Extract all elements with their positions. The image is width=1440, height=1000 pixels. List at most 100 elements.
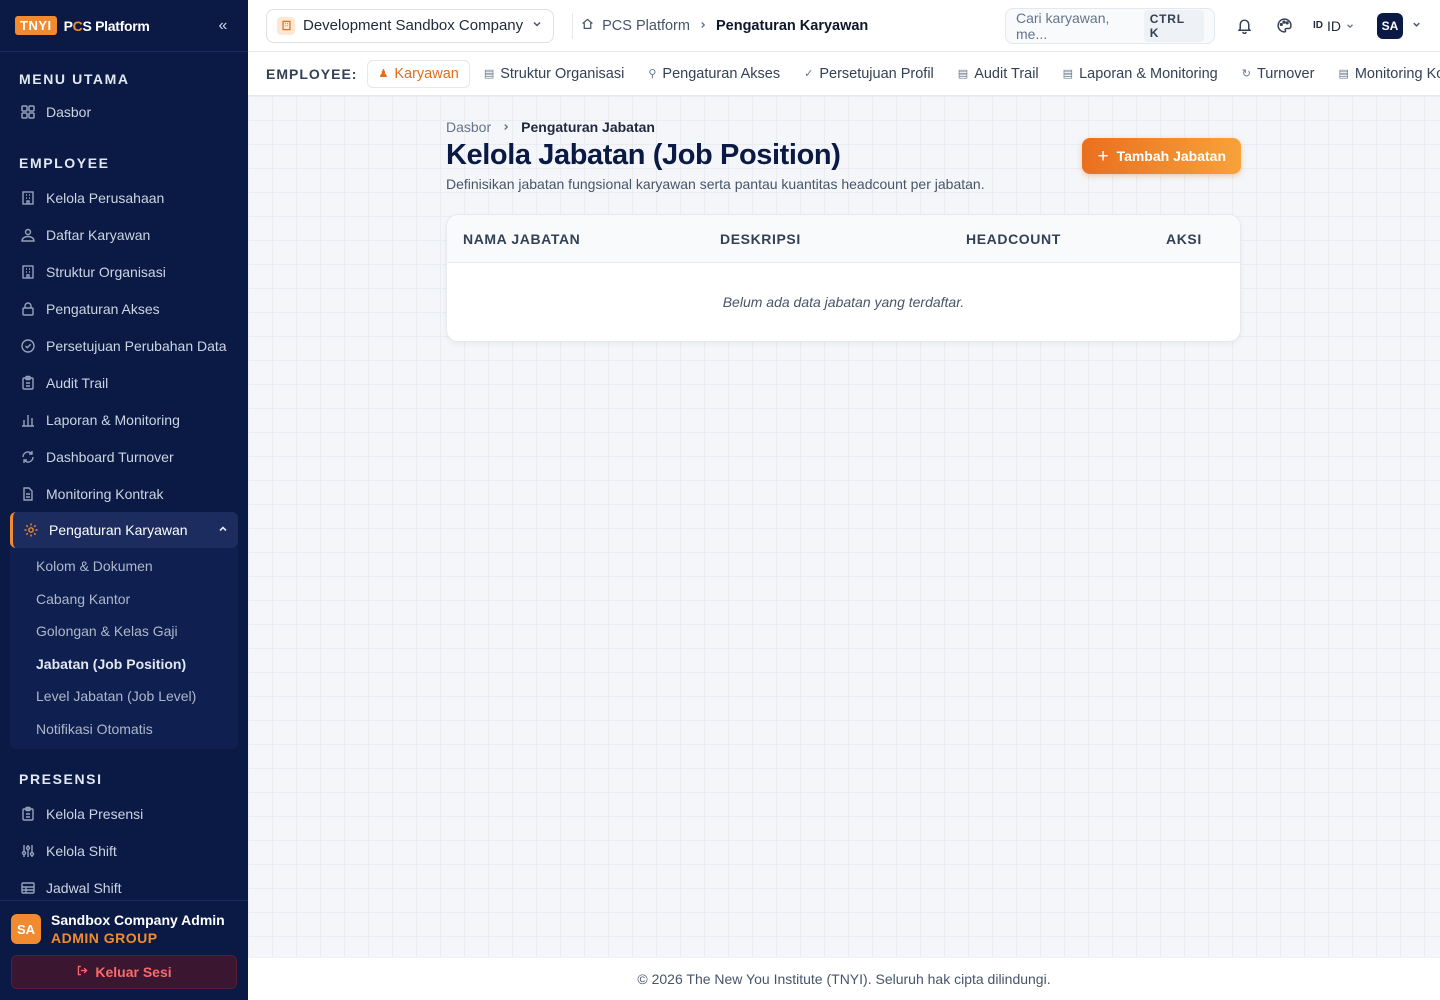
tab-turnover[interactable]: ↻ Turnover — [1232, 60, 1325, 88]
sidebar-item-kelola-shift[interactable]: Kelola Shift — [0, 832, 248, 869]
sliders-icon — [19, 842, 37, 860]
user-group: ADMIN GROUP — [51, 930, 158, 946]
check-circle-icon: ✓ — [804, 68, 814, 80]
page-breadcrumb: Dasbor Pengaturan Jabatan — [446, 119, 1241, 135]
document-icon — [19, 485, 37, 503]
document-icon: ▤ — [1338, 68, 1349, 80]
sidebar-item-label: Kelola Presensi — [46, 805, 144, 822]
collapse-sidebar-icon[interactable]: « — [213, 17, 233, 35]
chevron-down-icon[interactable] — [1411, 19, 1422, 33]
tab-pengaturan-akses[interactable]: ⚲ Pengaturan Akses — [638, 60, 790, 88]
lock-icon — [19, 300, 37, 318]
submenu-item-cabang-kantor[interactable]: Cabang Kantor — [10, 583, 238, 616]
column-header-deskripsi: DESKRIPSI — [720, 230, 801, 247]
sidebar-item-pengaturan-karyawan[interactable]: Pengaturan Karyawan — [10, 512, 238, 548]
main-content: Dasbor Pengaturan Jabatan Kelola Jabatan… — [248, 96, 1440, 957]
sidebar-item-pengaturan-akses[interactable]: Pengaturan Akses — [0, 290, 248, 327]
avatar[interactable]: SA — [1377, 12, 1403, 39]
sidebar-item-persetujuan[interactable]: Persetujuan Perubahan Data — [0, 327, 248, 364]
home-icon[interactable] — [581, 17, 594, 34]
section-title-main: MENU UTAMA — [19, 71, 130, 87]
breadcrumb-item[interactable]: Dasbor — [446, 119, 491, 135]
tab-karyawan[interactable]: ♟ Karyawan — [367, 59, 470, 88]
tab-audit-trail[interactable]: ▤ Audit Trail — [948, 60, 1049, 88]
sidebar-item-laporan[interactable]: Laporan & Monitoring — [0, 401, 248, 438]
brand-bar: TNYI PCS Platform « — [0, 0, 248, 52]
chevron-right-icon — [698, 18, 708, 34]
column-header-aksi: AKSI — [1166, 230, 1202, 247]
search-input[interactable]: Cari karyawan, me... CTRL K — [1005, 7, 1215, 44]
table-icon — [19, 879, 37, 897]
sidebar-item-kelola-presensi[interactable]: Kelola Presensi — [0, 795, 248, 832]
sidebar-item-daftar-karyawan[interactable]: Daftar Karyawan — [0, 216, 248, 253]
refresh-icon: ↻ — [1241, 68, 1251, 80]
bar-chart-icon — [19, 411, 37, 429]
sidebar-item-struktur-organisasi[interactable]: Struktur Organisasi — [0, 253, 248, 290]
tab-monitoring-kontrak[interactable]: ▤ Monitoring Ko — [1328, 60, 1440, 88]
submenu-pengaturan-karyawan: Kolom & Dokumen Cabang Kantor Golongan &… — [10, 548, 238, 749]
language-select[interactable]: ID ID — [1313, 18, 1355, 34]
check-circle-icon — [19, 337, 37, 355]
submenu-item-kolom-dokumen[interactable]: Kolom & Dokumen — [10, 550, 238, 583]
chevron-up-icon[interactable] — [217, 522, 229, 538]
sidebar-item-label: Kelola Shift — [46, 842, 117, 859]
page-description: Definisikan jabatan fungsional karyawan … — [446, 176, 985, 192]
search-placeholder: Cari karyawan, me... — [1016, 9, 1110, 42]
sidebar-item-kelola-perusahaan[interactable]: Kelola Perusahaan — [0, 179, 248, 216]
sidebar-item-monitoring-kontrak[interactable]: Monitoring Kontrak — [0, 475, 248, 512]
submenu-item-level-jabatan[interactable]: Level Jabatan (Job Level) — [10, 680, 238, 713]
bell-icon[interactable] — [1233, 15, 1255, 37]
sidebar-item-label: Pengaturan Karyawan — [49, 522, 188, 538]
palette-icon[interactable] — [1273, 15, 1295, 37]
logout-button[interactable]: Keluar Sesi — [11, 955, 237, 989]
divider — [572, 12, 574, 39]
sidebar-item-label: Audit Trail — [46, 374, 109, 391]
table-header: NAMA JABATAN DESKRIPSI HEADCOUNT AKSI — [447, 215, 1240, 263]
add-button-label: Tambah Jabatan — [1116, 148, 1226, 164]
clipboard-icon — [19, 805, 37, 823]
logout-icon — [76, 964, 89, 980]
document-icon: ▤ — [1062, 68, 1074, 80]
breadcrumb-current: Pengaturan Jabatan — [521, 119, 655, 135]
sidebar-item-label: Struktur Organisasi — [46, 263, 166, 280]
users-icon — [19, 226, 37, 244]
sidebar-item-label: Dasbor — [46, 103, 92, 120]
sidebar-item-turnover[interactable]: Dashboard Turnover — [0, 438, 248, 475]
submenu-item-jabatan[interactable]: Jabatan (Job Position) — [10, 648, 238, 681]
sidebar-item-audit-trail[interactable]: Audit Trail — [0, 364, 248, 401]
submenu-item-notifikasi[interactable]: Notifikasi Otomatis — [10, 713, 238, 746]
sidebar-item-dasbor[interactable]: Dasbor — [0, 93, 248, 130]
breadcrumb: PCS Platform Pengaturan Karyawan — [581, 17, 868, 34]
building-icon — [19, 189, 37, 207]
page-container: Dasbor Pengaturan Jabatan Kelola Jabatan… — [446, 96, 1241, 342]
sidebar-item-label: Dashboard Turnover — [46, 448, 174, 465]
section-title-employee: EMPLOYEE — [19, 155, 110, 171]
tab-laporan-monitoring[interactable]: ▤ Laporan & Monitoring — [1053, 60, 1228, 88]
clipboard-icon — [19, 374, 37, 392]
sidebar-item-label: Persetujuan Perubahan Data — [46, 337, 227, 354]
user-profile[interactable]: SA Sandbox Company Admin ADMIN GROUP — [0, 901, 248, 946]
plus-icon: + — [1097, 145, 1109, 167]
breadcrumb-item[interactable]: PCS Platform — [602, 18, 690, 34]
chevron-down-icon — [531, 17, 543, 34]
tab-struktur-organisasi[interactable]: ▤ Struktur Organisasi — [474, 60, 635, 88]
brand-name: PCS Platform — [63, 17, 150, 34]
add-job-position-button[interactable]: + Tambah Jabatan — [1082, 138, 1241, 174]
user-name: Sandbox Company Admin — [51, 912, 225, 928]
submenu-item-golongan[interactable]: Golongan & Kelas Gaji — [10, 615, 238, 648]
users-icon: ♟ — [378, 68, 389, 80]
sidebar: TNYI PCS Platform « MENU UTAMA Dasbor EM… — [0, 0, 248, 1000]
sidebar-footer: SA Sandbox Company Admin ADMIN GROUP Kel… — [0, 900, 248, 1000]
sidebar-item-label: Daftar Karyawan — [46, 226, 151, 243]
breadcrumb-current: Pengaturan Karyawan — [715, 17, 869, 34]
empty-state: Belum ada data jabatan yang terdaftar. — [722, 294, 965, 310]
sidebar-item-label: Laporan & Monitoring — [46, 411, 180, 428]
sidebar-item-label: Jadwal Shift — [46, 879, 122, 896]
column-header-nama: NAMA JABATAN — [463, 230, 581, 247]
tab-persetujuan-profil[interactable]: ✓ Persetujuan Profil — [794, 60, 944, 88]
sidebar-item-label: Pengaturan Akses — [46, 300, 160, 317]
language-label: ID — [1327, 17, 1341, 34]
company-name: Development Sandbox Company — [303, 17, 524, 34]
chevron-down-icon — [1345, 18, 1355, 34]
company-select[interactable]: Development Sandbox Company — [266, 8, 555, 43]
